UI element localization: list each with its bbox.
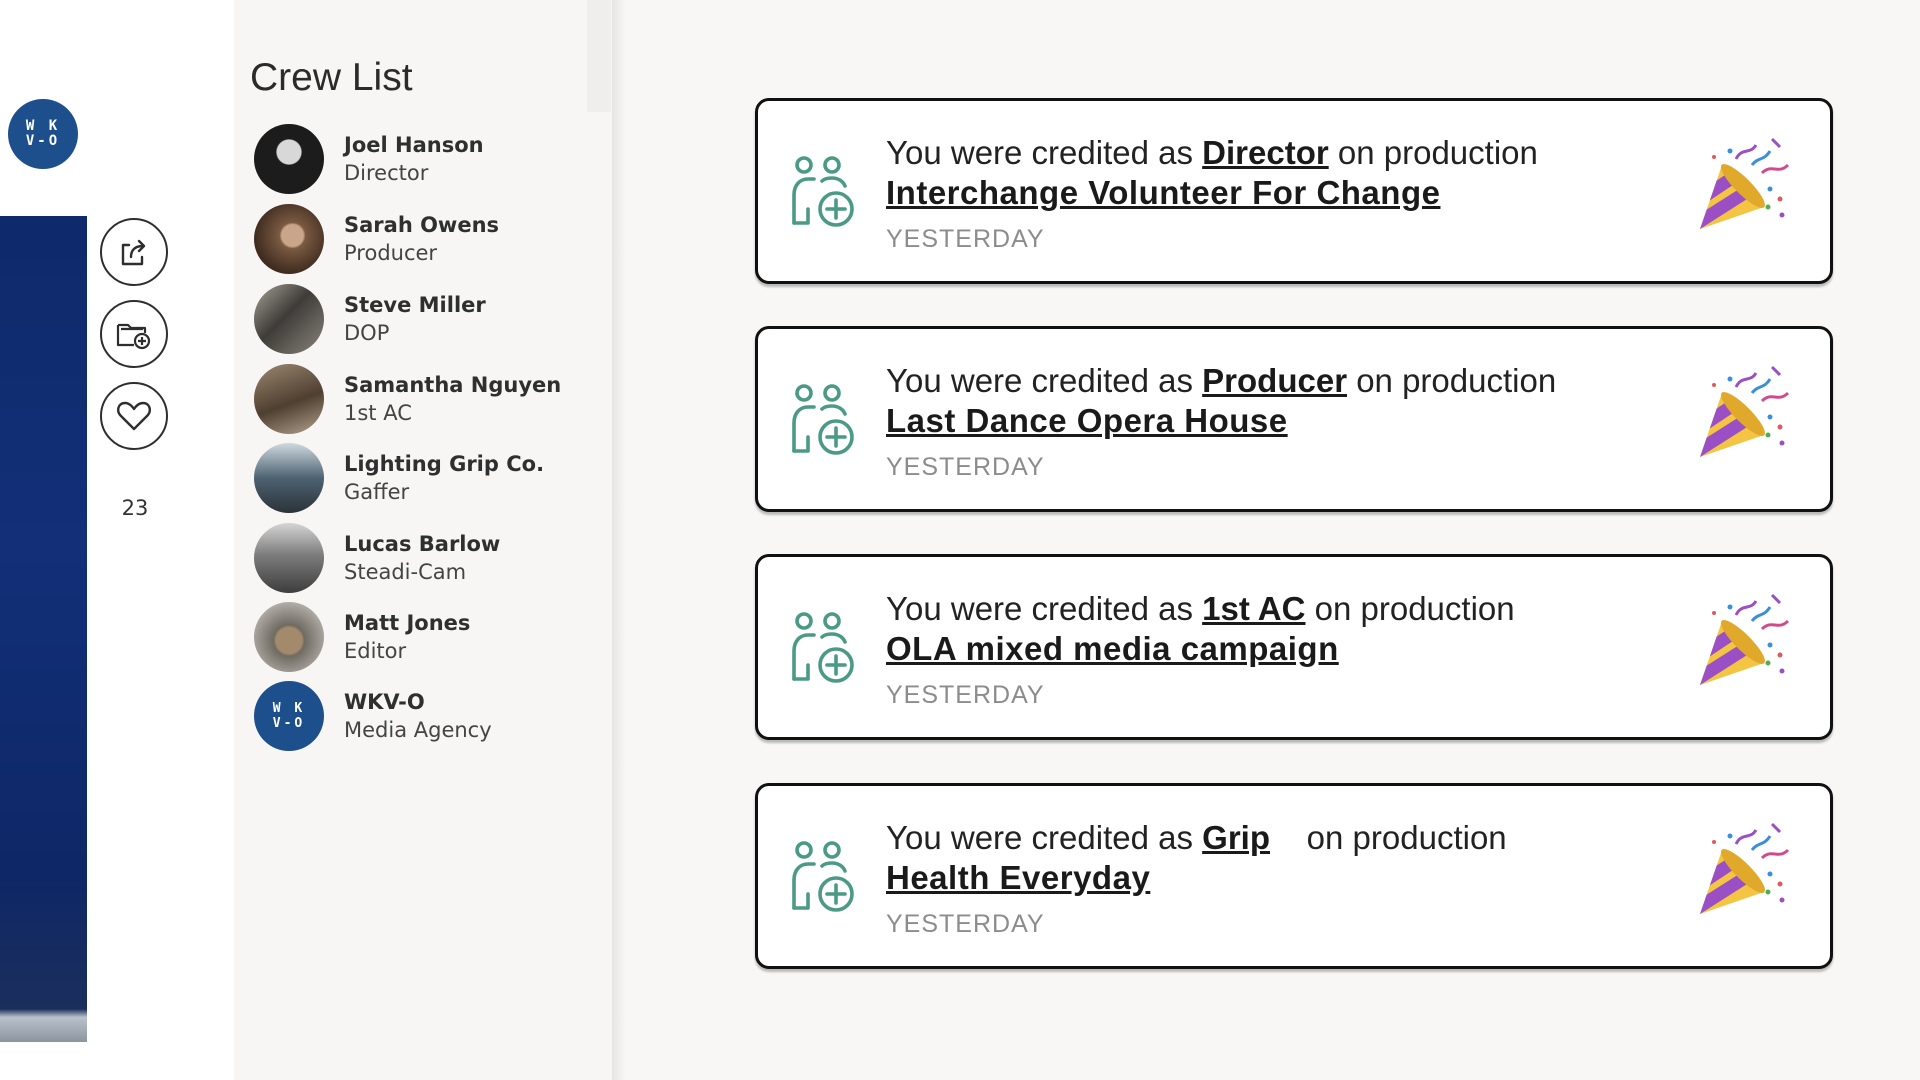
crew-member[interactable]: Sarah Owens Producer [254,203,584,275]
avatar [254,124,324,194]
crew-member-name: Matt Jones [344,611,471,635]
crew-member-name: Lucas Barlow [344,532,501,556]
avatar [254,364,324,434]
crew-member-role: 1st AC [344,401,412,425]
credit-notification-card[interactable]: You were credited as Grip on production … [755,783,1833,969]
credit-notification-card[interactable]: You were credited as Director on product… [755,98,1833,284]
add-folder-icon [116,323,151,350]
notification-time: YESTERDAY [886,910,1045,938]
app-root: W K V-O 23 Crew List Joel Hanson Directo… [0,0,1920,1080]
project-hero-image [0,216,87,1042]
crew-member[interactable]: Steve Miller DOP [254,283,584,355]
like-button[interactable] [100,382,168,450]
notification-prefix: You were credited as [886,362,1203,399]
notification-suffix: on production [1270,819,1507,856]
notification-time: YESTERDAY [886,681,1045,709]
project-page: W K V-O 23 [0,0,234,1080]
avatar [254,602,324,672]
credited-role-link[interactable]: Grip [1202,819,1270,856]
notification-message: You were credited as Grip on production … [886,818,1686,898]
production-link[interactable]: Health Everyday [886,858,1686,898]
notification-suffix: on production [1328,134,1538,171]
crew-member-name: Samantha Nguyen [344,373,562,397]
add-crew-icon [786,381,858,459]
crew-member-role: Gaffer [344,480,410,504]
notification-message: You were credited as Producer on product… [886,361,1686,441]
crew-member[interactable]: Lucas Barlow Steadi-Cam [254,522,584,594]
notification-message: You were credited as Director on product… [886,133,1686,213]
share-button[interactable] [100,218,168,286]
notification-prefix: You were credited as [886,134,1203,171]
notification-prefix: You were credited as [886,590,1203,627]
crew-list-title: Crew List [250,56,413,99]
credit-notification-card[interactable]: You were credited as Producer on product… [755,326,1833,512]
notification-suffix: on production [1305,590,1515,627]
crew-member-role: Director [344,161,429,185]
crew-member-name: Lighting Grip Co. [344,452,545,476]
avatar [254,284,324,354]
credit-notification-card[interactable]: You were credited as 1st AC on productio… [755,554,1833,740]
add-crew-icon [786,609,858,687]
credited-role-link[interactable]: Director [1202,134,1329,171]
crew-member-role: Media Agency [344,718,492,742]
production-link[interactable]: OLA mixed media campaign [886,629,1686,669]
notification-message: You were credited as 1st AC on productio… [886,589,1686,669]
crew-member[interactable]: Joel Hanson Director [254,123,584,195]
party-popper-icon [1692,593,1792,693]
crew-member[interactable]: W K V-O WKV-O Media Agency [254,680,584,752]
crew-member-name: Joel Hanson [344,133,484,157]
notification-time: YESTERDAY [886,225,1045,253]
share-icon [121,239,146,266]
credited-role-link[interactable]: 1st AC [1202,590,1305,627]
notification-prefix: You were credited as [886,819,1203,856]
notification-suffix: on production [1347,362,1557,399]
org-avatar[interactable]: W K V-O [8,99,78,169]
crew-member-role: Producer [344,241,438,265]
crew-member[interactable]: Matt Jones Editor [254,601,584,673]
party-popper-icon [1692,822,1792,922]
credited-role-link[interactable]: Producer [1202,362,1347,399]
crew-member[interactable]: Lighting Grip Co. Gaffer [254,442,584,514]
notification-time: YESTERDAY [886,453,1045,481]
crew-member-role: Steadi-Cam [344,560,467,584]
avatar: W K V-O [254,681,324,751]
panel-divider [612,0,626,1080]
production-link[interactable]: Interchange Volunteer For Change [886,173,1686,213]
production-link[interactable]: Last Dance Opera House [886,401,1686,441]
crew-member-role: Editor [344,639,407,663]
crew-list-scrollbar[interactable] [587,0,611,112]
party-popper-icon [1692,137,1792,237]
crew-member-name: Sarah Owens [344,213,500,237]
heart-icon [117,401,151,431]
avatar [254,204,324,274]
crew-member-role: DOP [344,321,390,345]
crew-member-name: WKV-O [344,690,425,714]
save-to-folder-button[interactable] [100,300,168,368]
add-crew-icon [786,838,858,916]
add-crew-icon [786,153,858,231]
avatar [254,523,324,593]
crew-member-name: Steve Miller [344,293,486,317]
avatar [254,443,324,513]
like-count: 23 [121,496,149,520]
crew-member[interactable]: Samantha Nguyen 1st AC [254,363,584,435]
party-popper-icon [1692,365,1792,465]
